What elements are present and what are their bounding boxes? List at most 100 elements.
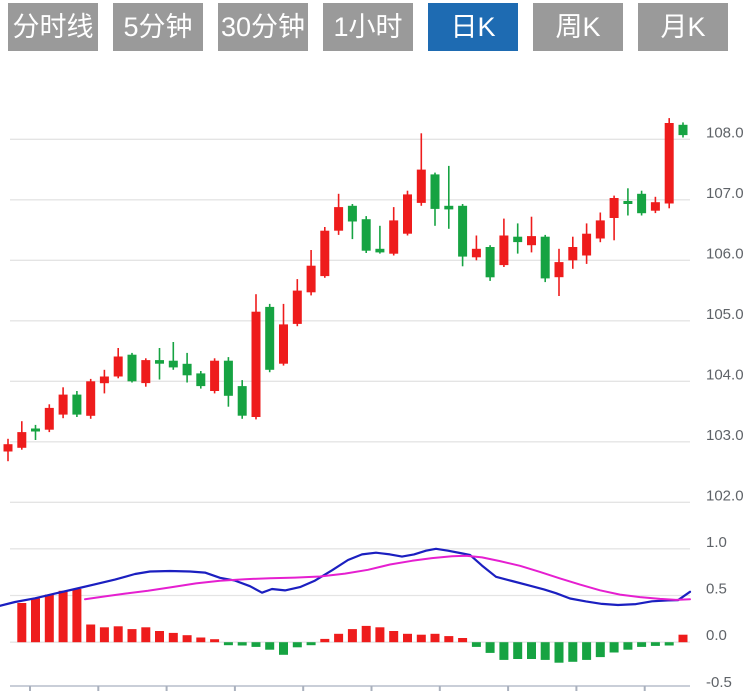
macd-bar-down	[238, 642, 247, 645]
macd-bar-down	[568, 642, 577, 662]
candle-body	[417, 170, 426, 203]
macd-bar-up	[72, 589, 81, 642]
macd-bar-down	[637, 642, 646, 647]
macd-bar-down	[499, 642, 508, 660]
price-axis-label: 103.0	[706, 427, 744, 444]
candle-body	[293, 291, 302, 324]
candle-body	[458, 206, 467, 257]
macd-bar-up	[348, 629, 357, 642]
macd-bar-down	[307, 642, 316, 645]
candle-body	[183, 364, 192, 376]
candle-body	[623, 201, 632, 204]
candle-body	[196, 373, 205, 386]
macd-bar-up	[389, 631, 398, 642]
price-axis-label: 108.0	[706, 124, 744, 141]
macd-bar-down	[513, 642, 522, 659]
candle-body	[472, 249, 481, 257]
candle-body	[665, 123, 674, 204]
candle-body	[499, 236, 508, 266]
candle-body	[252, 312, 261, 417]
candle-body	[362, 219, 371, 251]
macd-bar-up	[31, 598, 40, 642]
candle-body	[72, 395, 81, 415]
price-axis-label: 102.0	[706, 487, 744, 504]
macd-bar-up	[320, 639, 329, 642]
price-axis-label: 107.0	[706, 185, 744, 202]
macd-bar-up	[114, 626, 123, 642]
candle-body	[431, 174, 440, 209]
candle-body	[155, 360, 164, 364]
macd-bar-down	[555, 642, 564, 663]
candle-body	[320, 231, 329, 276]
candle-body	[513, 237, 522, 242]
macd-bar-up	[169, 633, 178, 642]
macd-bar-up	[679, 635, 688, 643]
candle-body	[128, 355, 137, 382]
candle-body	[568, 247, 577, 260]
candle-body	[444, 206, 453, 210]
candle-body	[210, 361, 219, 391]
macd-bar-up	[59, 591, 68, 642]
candle-body	[4, 444, 13, 451]
candle-body	[59, 395, 68, 415]
macd-bar-down	[665, 642, 674, 645]
macd-bar-up	[334, 634, 343, 642]
candle-body	[486, 247, 495, 277]
macd-bar-up	[86, 625, 95, 643]
macd-bar-down	[472, 642, 481, 647]
candle-body	[17, 432, 26, 448]
macd-bar-up	[403, 634, 412, 642]
macd-axis-label: 0.5	[706, 581, 727, 598]
macd-axis-label: 1.0	[706, 534, 727, 551]
macd-bar-up	[128, 629, 137, 642]
macd-bar-down	[623, 642, 632, 650]
macd-bar-down	[486, 642, 495, 653]
macd-axis-label: -0.5	[706, 674, 732, 691]
candle-body	[389, 220, 398, 253]
candle-body	[651, 202, 660, 211]
candle-body	[279, 324, 288, 363]
candle-body	[169, 361, 178, 368]
candle-body	[100, 377, 109, 384]
macd-bar-down	[252, 642, 261, 647]
macd-bar-up	[210, 639, 219, 642]
price-axis-label: 104.0	[706, 366, 744, 383]
candle-body	[541, 237, 550, 279]
candle-body	[224, 361, 233, 396]
macd-bar-down	[279, 642, 288, 655]
macd-bar-down	[610, 642, 619, 652]
candle-body	[582, 234, 591, 256]
candle-body	[86, 381, 95, 416]
macd-bar-up	[362, 626, 371, 642]
candle-body	[31, 429, 40, 432]
candle-body	[610, 198, 619, 218]
macd-bar-up	[417, 635, 426, 643]
macd-bar-up	[141, 627, 150, 642]
candle-body	[679, 125, 688, 135]
candle-body	[527, 236, 536, 245]
chart-svg: 108.0 107.0 106.0 105.0 104.0 103.0 102.0 1.0 0.…	[0, 0, 754, 691]
kline-chart-screen: 分时线5分钟30分钟1小时日K周K月K 108.0107.0106.0105.0…	[0, 0, 754, 691]
macd-bar-up	[100, 627, 109, 642]
candle-body	[141, 360, 150, 383]
macd-bar-down	[293, 642, 302, 647]
macd-bar-up	[155, 631, 164, 642]
macd-bar-down	[265, 642, 274, 650]
price-axis-label: 105.0	[706, 306, 744, 323]
macd-bar-up	[45, 595, 54, 643]
macd-bar-down	[527, 642, 536, 659]
candle-body	[403, 194, 412, 233]
candle-body	[307, 266, 316, 293]
macd-bar-down	[541, 642, 550, 660]
macd-bar-up	[458, 638, 467, 642]
macd-bar-up	[183, 635, 192, 642]
macd-bar-down	[651, 642, 660, 646]
candle-body	[334, 207, 343, 231]
candle-body	[348, 206, 357, 222]
candle-body	[637, 194, 646, 213]
price-axis-label: 106.0	[706, 245, 744, 262]
macd-axis-label: 0.0	[706, 627, 727, 644]
macd-bar-down	[596, 642, 605, 657]
dea-line	[85, 556, 690, 600]
macd-bar-up	[196, 638, 205, 643]
